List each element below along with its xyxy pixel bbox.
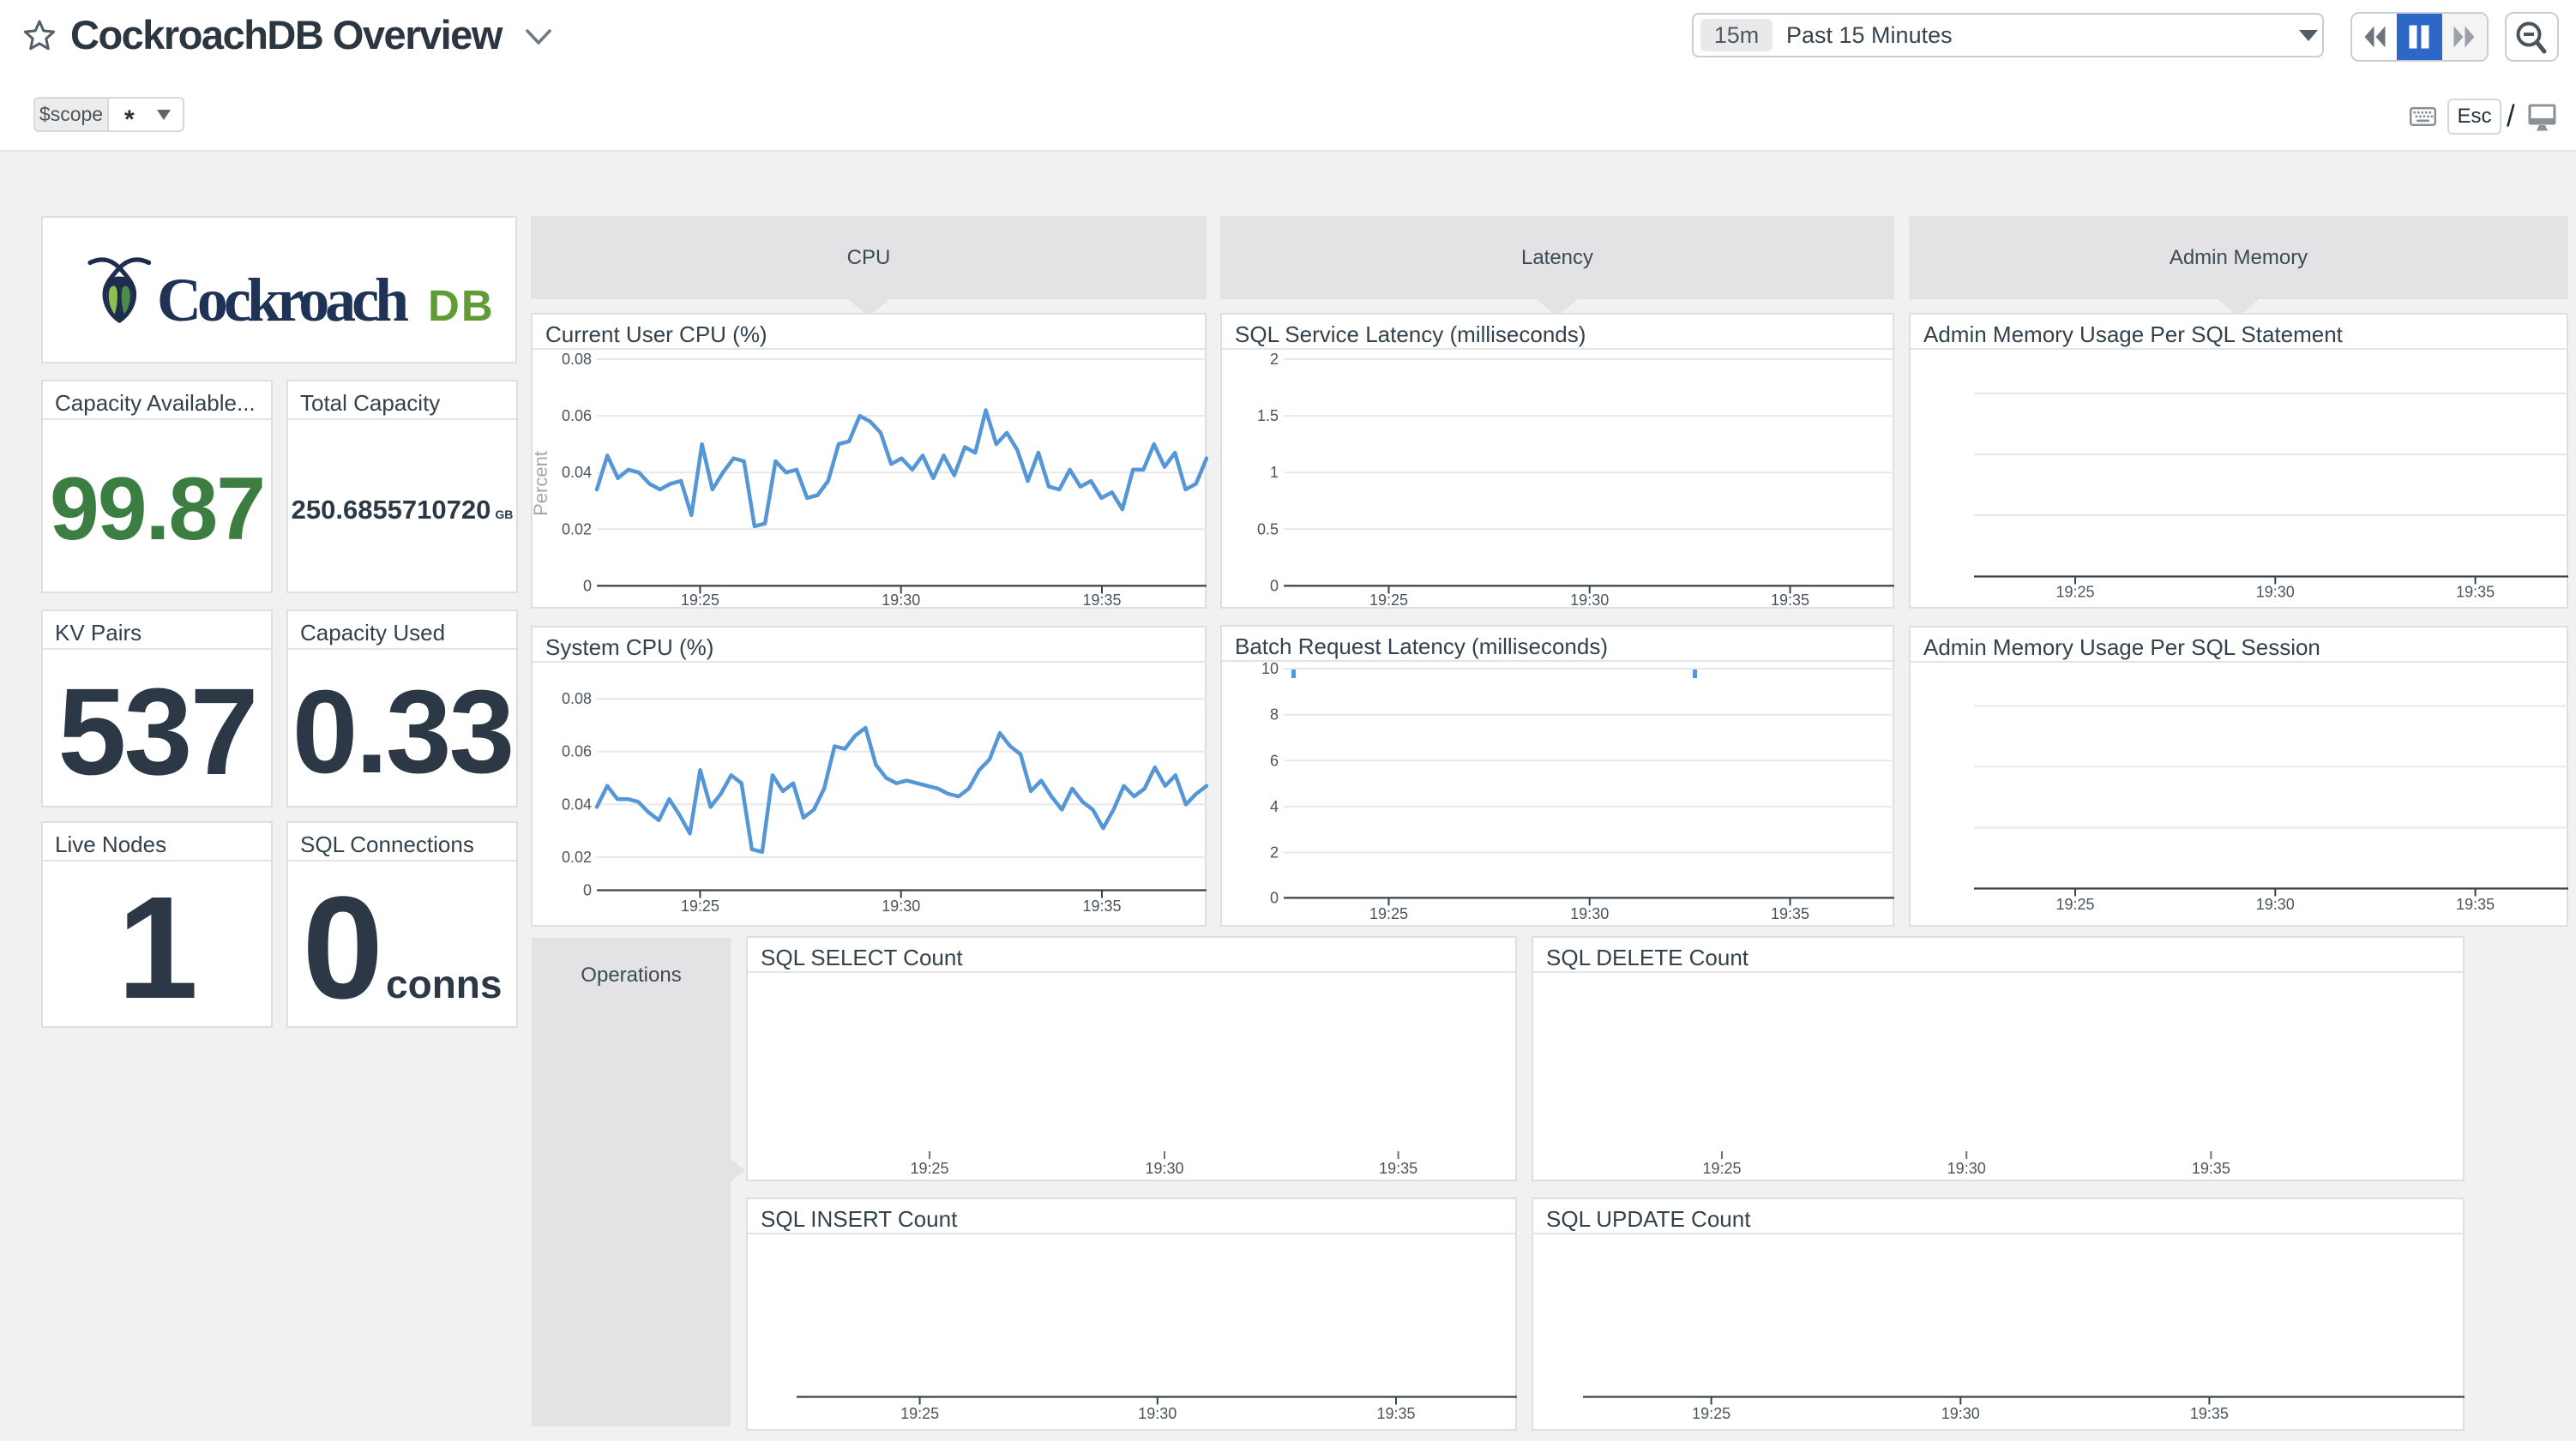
svg-text:0.08: 0.08	[562, 351, 592, 368]
svg-text:10: 10	[1261, 660, 1279, 677]
svg-text:19:30: 19:30	[1570, 905, 1609, 922]
svg-text:19:35: 19:35	[1771, 905, 1809, 922]
svg-text:19:35: 19:35	[1376, 1405, 1415, 1422]
svg-text:19:30: 19:30	[2256, 584, 2295, 601]
svg-text:19:30: 19:30	[1947, 1160, 1986, 1177]
svg-text:6: 6	[1270, 752, 1279, 769]
svg-text:19:35: 19:35	[2192, 1160, 2230, 1177]
svg-text:19:30: 19:30	[882, 898, 920, 915]
svg-text:1: 1	[1270, 464, 1279, 481]
svg-text:19:25: 19:25	[1702, 1160, 1741, 1177]
svg-text:0: 0	[1270, 889, 1279, 906]
svg-text:0.08: 0.08	[562, 690, 592, 707]
svg-text:0.04: 0.04	[562, 464, 592, 481]
svg-text:0.04: 0.04	[562, 796, 592, 813]
svg-text:0.02: 0.02	[562, 849, 592, 866]
svg-text:1.5: 1.5	[1257, 407, 1279, 424]
svg-text:0.5: 0.5	[1257, 520, 1279, 537]
svg-text:19:25: 19:25	[910, 1160, 948, 1177]
svg-text:2: 2	[1270, 351, 1279, 368]
svg-text:0.02: 0.02	[562, 520, 592, 537]
svg-text:19:30: 19:30	[2256, 896, 2295, 913]
svg-text:0: 0	[1270, 577, 1279, 594]
svg-text:19:25: 19:25	[1369, 591, 1408, 609]
svg-text:19:25: 19:25	[681, 591, 719, 609]
svg-text:19:35: 19:35	[1082, 591, 1121, 609]
svg-text:0.06: 0.06	[562, 407, 592, 424]
svg-text:19:30: 19:30	[882, 591, 920, 609]
svg-text:19:30: 19:30	[1145, 1160, 1183, 1177]
svg-text:19:25: 19:25	[2055, 896, 2094, 913]
svg-text:19:25: 19:25	[1369, 905, 1408, 922]
svg-text:DB: DB	[428, 281, 495, 330]
svg-text:19:30: 19:30	[1570, 591, 1609, 609]
svg-text:19:35: 19:35	[1082, 898, 1121, 915]
svg-text:19:30: 19:30	[1941, 1405, 1980, 1422]
svg-text:8: 8	[1270, 706, 1279, 724]
svg-text:19:35: 19:35	[2190, 1405, 2229, 1422]
svg-text:19:35: 19:35	[2456, 584, 2495, 601]
svg-text:0: 0	[583, 882, 592, 899]
svg-text:19:30: 19:30	[1138, 1405, 1177, 1422]
svg-text:19:25: 19:25	[681, 898, 719, 915]
svg-text:19:25: 19:25	[2055, 584, 2094, 601]
svg-text:19:35: 19:35	[1771, 591, 1809, 609]
svg-text:Percent: Percent	[533, 451, 551, 516]
svg-text:19:35: 19:35	[2456, 896, 2495, 913]
svg-text:19:25: 19:25	[900, 1405, 939, 1422]
svg-text:0.06: 0.06	[562, 743, 592, 760]
svg-text:2: 2	[1270, 844, 1279, 862]
svg-text:Cockroach: Cockroach	[157, 266, 409, 334]
svg-text:4: 4	[1270, 798, 1279, 815]
svg-text:0: 0	[583, 577, 592, 594]
svg-text:19:35: 19:35	[1379, 1160, 1417, 1177]
svg-text:19:25: 19:25	[1692, 1405, 1730, 1422]
